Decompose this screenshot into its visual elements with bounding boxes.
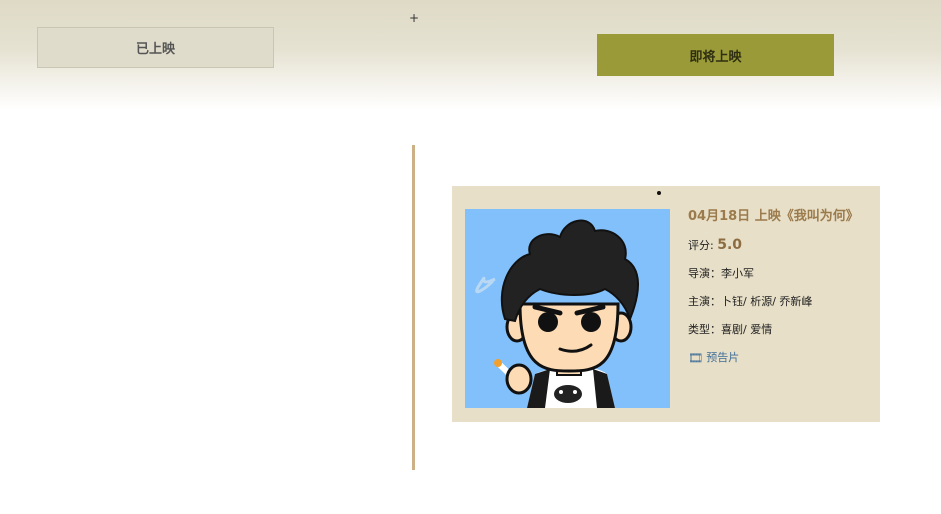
genre-value: 喜剧/ 爱情 — [721, 323, 773, 336]
timeline-line — [412, 145, 415, 470]
trailer-link[interactable]: 🎞 预告片 — [688, 349, 739, 367]
cartoon-avatar-image — [475, 219, 639, 408]
page: + 已上映 即将上映 04月18日 上映《我叫为何》 评分: 5.0 导演：李小… — [0, 0, 941, 514]
movie-poster[interactable] — [465, 209, 670, 408]
cast-row: 主演：卜钰/ 析源/ 乔新峰 — [688, 293, 878, 311]
rating-value: 5.0 — [717, 237, 743, 253]
director-row: 导演：李小军 — [688, 265, 878, 283]
movie-info: 04月18日 上映《我叫为何》 评分: 5.0 导演：李小军 主演：卜钰/ 析源… — [688, 208, 878, 367]
genre-label: 类型： — [688, 323, 721, 336]
director-value: 李小军 — [721, 267, 754, 280]
cast-value: 卜钰/ 析源/ 乔新峰 — [721, 295, 813, 308]
movie-card: 04月18日 上映《我叫为何》 评分: 5.0 导演：李小军 主演：卜钰/ 析源… — [452, 186, 880, 422]
cast-label: 主演： — [688, 295, 721, 308]
tab-released[interactable]: 已上映 — [37, 27, 274, 68]
dot-marker — [657, 191, 661, 195]
genre-row: 类型：喜剧/ 爱情 — [688, 321, 878, 339]
trailer-label: 预告片 — [706, 351, 740, 364]
plus-icon: + — [409, 11, 420, 25]
rating-row: 评分: 5.0 — [688, 236, 878, 255]
movie-title[interactable]: 04月18日 上映《我叫为何》 — [688, 208, 878, 226]
director-label: 导演： — [688, 267, 721, 280]
film-icon: 🎞 — [688, 351, 704, 365]
rating-label: 评分: — [688, 239, 714, 252]
tab-upcoming[interactable]: 即将上映 — [597, 34, 834, 76]
